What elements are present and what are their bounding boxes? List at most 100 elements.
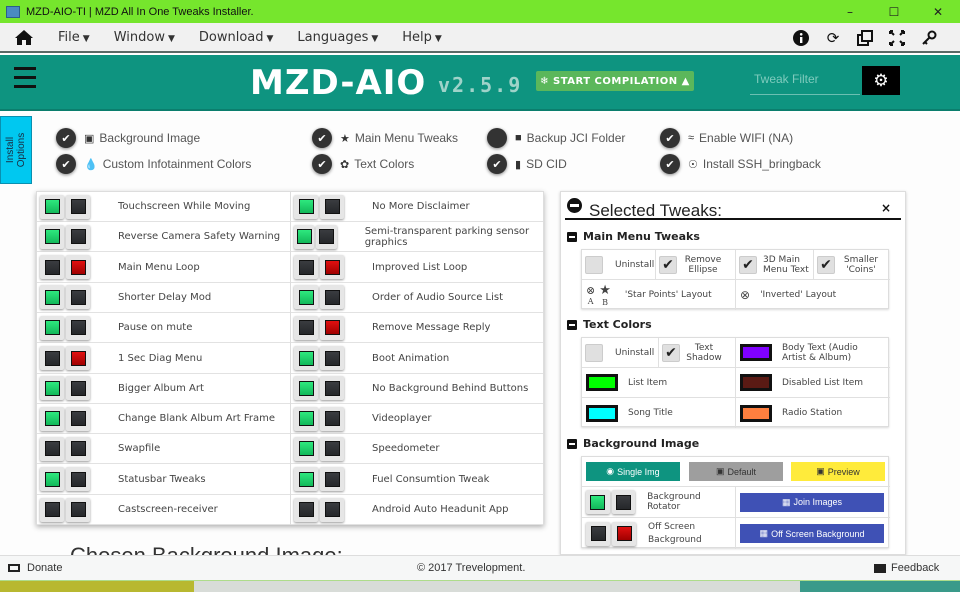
install-option[interactable]: ✔ ✿ Text Colors: [312, 154, 414, 174]
offscreen-install-toggle[interactable]: [586, 521, 610, 546]
install-toggle[interactable]: [40, 194, 64, 219]
color-swatch[interactable]: [740, 374, 772, 391]
uninstall-toggle[interactable]: [66, 285, 90, 310]
uninstall-toggle[interactable]: [320, 436, 344, 461]
option-remove-ellipse[interactable]: ✔ Remove Ellipse: [656, 250, 736, 280]
menu-help[interactable]: Help ▼: [402, 30, 442, 45]
checked-circle-icon[interactable]: ✔: [487, 154, 507, 174]
menu-file[interactable]: File ▼: [58, 30, 90, 45]
uninstall-toggle[interactable]: [66, 194, 90, 219]
uninstall-toggle[interactable]: [66, 436, 90, 461]
settings-gear-icon[interactable]: ⚙: [862, 66, 900, 95]
preview-button[interactable]: ▣ Preview: [791, 462, 885, 481]
uninstall-toggle[interactable]: [66, 376, 90, 401]
maximize-button[interactable]: ☐: [872, 0, 916, 23]
install-toggle[interactable]: [40, 285, 64, 310]
option-inverted-layout[interactable]: ⊗ 'Inverted' Layout: [736, 280, 890, 310]
install-toggle[interactable]: [294, 497, 318, 522]
key-icon[interactable]: [920, 29, 938, 47]
section-main-menu-tweaks[interactable]: Main Menu Tweaks: [567, 230, 700, 243]
uninstall-toggle[interactable]: [320, 406, 344, 431]
install-option[interactable]: ✔ ▮ SD CID: [487, 154, 567, 174]
color-swatch[interactable]: [586, 404, 618, 422]
install-option[interactable]: ✔ ▣ Background Image: [56, 128, 200, 148]
feedback-link[interactable]: Feedback: [874, 562, 939, 574]
option-uninstall[interactable]: Uninstall: [582, 338, 659, 368]
install-toggle[interactable]: [294, 194, 318, 219]
install-option[interactable]: ✔ ≈ Enable WIFI (NA): [660, 128, 793, 148]
section-background-image[interactable]: Background Image: [567, 437, 699, 450]
checkbox[interactable]: [585, 255, 603, 274]
checkbox-checked[interactable]: ✔: [662, 343, 680, 362]
menu-window[interactable]: Window ▼: [114, 30, 175, 45]
home-icon[interactable]: [14, 29, 34, 46]
install-option[interactable]: ✔ ☉ Install SSH_bringback: [660, 154, 821, 174]
checkbox[interactable]: [585, 343, 603, 362]
install-toggle[interactable]: [294, 255, 318, 280]
install-option[interactable]: ✔ 💧 Custom Infotainment Colors: [56, 154, 251, 174]
unchecked-circle-icon[interactable]: [487, 128, 507, 148]
close-panel-button[interactable]: ×: [881, 201, 891, 215]
color-swatch[interactable]: [740, 404, 772, 422]
restore-window-icon[interactable]: [856, 29, 874, 47]
install-option[interactable]: ■ Backup JCI Folder: [487, 128, 625, 148]
install-toggle[interactable]: [40, 346, 64, 370]
menu-download[interactable]: Download ▼: [199, 30, 274, 45]
minimize-button[interactable]: –: [828, 0, 872, 23]
donate-link[interactable]: Donate: [8, 562, 62, 574]
checked-circle-icon[interactable]: ✔: [312, 154, 332, 174]
info-icon[interactable]: [792, 29, 810, 47]
section-text-colors[interactable]: Text Colors: [567, 318, 652, 331]
install-options-tab[interactable]: Install Options: [0, 116, 32, 184]
option-star-points-layout[interactable]: ⊗ A ★ B 'Star Points' Layout: [582, 280, 736, 310]
uninstall-toggle[interactable]: [320, 467, 344, 492]
uninstall-toggle[interactable]: [320, 315, 344, 340]
uninstall-toggle[interactable]: [320, 497, 344, 522]
close-button[interactable]: ✕: [916, 0, 960, 23]
uninstall-toggle[interactable]: [320, 376, 344, 401]
uninstall-toggle[interactable]: [66, 467, 90, 492]
layout-b-radio[interactable]: ★ B: [599, 283, 611, 307]
uninstall-toggle[interactable]: [66, 406, 90, 431]
option-smaller-coins[interactable]: ✔ Smaller 'Coins': [814, 250, 890, 280]
collapse-circle-icon[interactable]: [567, 198, 582, 213]
uninstall-toggle[interactable]: [66, 224, 90, 249]
tweak-filter-input[interactable]: Tweak Filter: [750, 67, 860, 95]
checked-circle-icon[interactable]: ✔: [312, 128, 332, 148]
install-toggle[interactable]: [294, 224, 315, 249]
install-toggle[interactable]: [40, 436, 64, 461]
color-swatch[interactable]: [586, 374, 618, 391]
checked-circle-icon[interactable]: ✔: [56, 128, 76, 148]
install-toggle[interactable]: [294, 467, 318, 492]
install-option[interactable]: ✔ ★ Main Menu Tweaks: [312, 128, 458, 148]
install-toggle[interactable]: [294, 436, 318, 461]
uninstall-toggle[interactable]: [320, 255, 344, 280]
refresh-icon[interactable]: ⟳: [824, 29, 842, 47]
join-images-button[interactable]: ▦ Join Images: [740, 492, 884, 512]
install-toggle[interactable]: [40, 406, 64, 431]
install-toggle[interactable]: [40, 497, 64, 522]
uninstall-toggle[interactable]: [66, 315, 90, 340]
uninstall-toggle[interactable]: [66, 346, 90, 370]
option-3d-main-menu-text[interactable]: ✔ 3D Main Menu Text: [736, 250, 814, 280]
checkbox-checked[interactable]: ✔: [739, 255, 757, 274]
default-button[interactable]: ▣ Default: [689, 462, 783, 481]
install-toggle[interactable]: [294, 285, 318, 310]
rotator-install-toggle[interactable]: [586, 490, 610, 514]
install-toggle[interactable]: [40, 315, 64, 340]
fullscreen-icon[interactable]: [888, 29, 906, 47]
uninstall-toggle[interactable]: [320, 285, 344, 310]
install-toggle[interactable]: [294, 346, 318, 370]
uninstall-toggle[interactable]: [320, 194, 344, 219]
offscreen-uninstall-toggle[interactable]: [612, 521, 636, 546]
uninstall-toggle[interactable]: [66, 497, 90, 522]
layout-a-radio[interactable]: ⊗ A: [586, 284, 595, 306]
install-toggle[interactable]: [294, 406, 318, 431]
option-uninstall[interactable]: Uninstall: [582, 250, 656, 280]
rotator-uninstall-toggle[interactable]: [611, 490, 636, 514]
color-swatch[interactable]: [740, 344, 772, 361]
offscreen-background-button[interactable]: ▦ Off Screen Background: [740, 524, 884, 543]
checked-circle-icon[interactable]: ✔: [660, 128, 680, 148]
menu-languages[interactable]: Languages ▼: [297, 30, 378, 45]
hamburger-menu-icon[interactable]: [14, 67, 36, 94]
